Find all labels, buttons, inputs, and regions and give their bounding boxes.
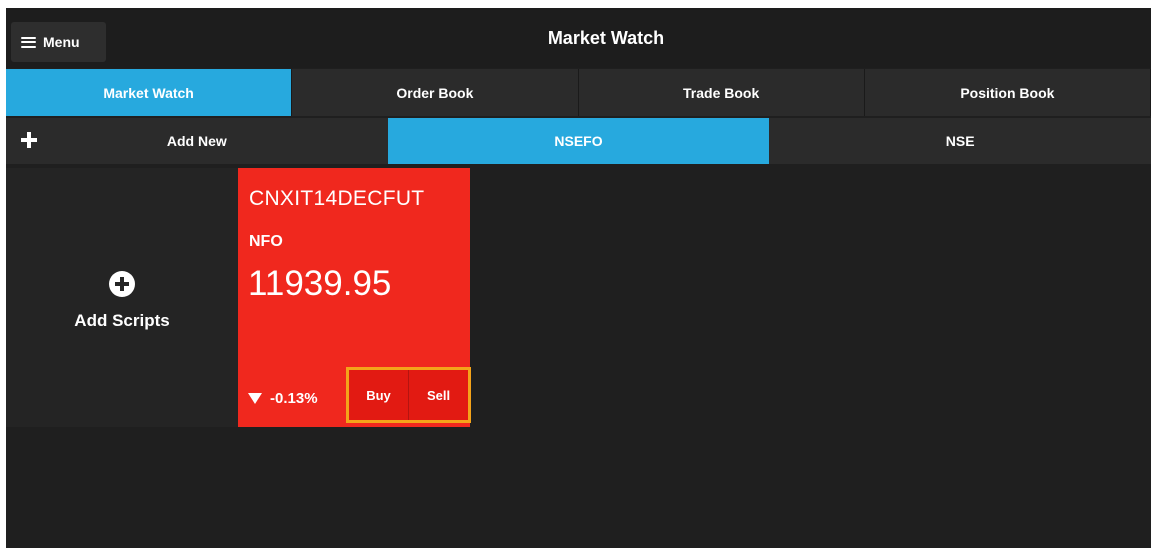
plus-icon <box>19 130 39 150</box>
page-title: Market Watch <box>547 28 665 48</box>
watchlist-grid: Add Scripts CNXIT14DECFUT NFO 11939.95 -… <box>6 168 1151 428</box>
tab-nse[interactable]: NSE <box>769 118 1151 164</box>
script-symbol: CNXIT14DECFUT <box>249 187 425 210</box>
tab-market-watch[interactable]: Market Watch <box>6 69 293 116</box>
script-tile[interactable]: CNXIT14DECFUT NFO 11939.95 -0.13% Buy Se… <box>238 168 471 427</box>
plus-circle-icon <box>109 270 135 297</box>
group-tabs: Add New NSEFO NSE <box>6 118 1151 164</box>
hamburger-icon <box>21 36 36 48</box>
tab-nsefo[interactable]: NSEFO <box>387 118 770 164</box>
trade-actions: Buy Sell <box>346 367 471 423</box>
tab-add-new-label: Add New <box>166 133 227 149</box>
add-scripts-tile[interactable]: Add Scripts <box>6 168 238 427</box>
sell-button[interactable]: Sell <box>408 370 468 420</box>
top-bar: Menu Market Watch <box>6 8 1151 68</box>
app-window: Menu Market Watch Market Watch Order Boo… <box>6 8 1151 548</box>
triangle-down-icon <box>248 393 262 404</box>
tab-trade-book[interactable]: Trade Book <box>578 69 865 116</box>
menu-button[interactable]: Menu <box>11 22 106 62</box>
main-tabs: Market Watch Order Book Trade Book Posit… <box>6 69 1151 116</box>
tab-order-book[interactable]: Order Book <box>292 69 579 116</box>
script-price: 11939.95 <box>248 264 392 303</box>
tab-position-book[interactable]: Position Book <box>864 69 1151 116</box>
tab-add-new[interactable]: Add New <box>6 118 388 164</box>
menu-label: Menu <box>43 34 80 50</box>
script-exchange: NFO <box>249 233 283 250</box>
add-scripts-label: Add Scripts <box>74 310 170 330</box>
buy-button[interactable]: Buy <box>349 370 408 420</box>
script-change: -0.13% <box>248 390 318 407</box>
script-change-value: -0.13% <box>270 390 318 407</box>
